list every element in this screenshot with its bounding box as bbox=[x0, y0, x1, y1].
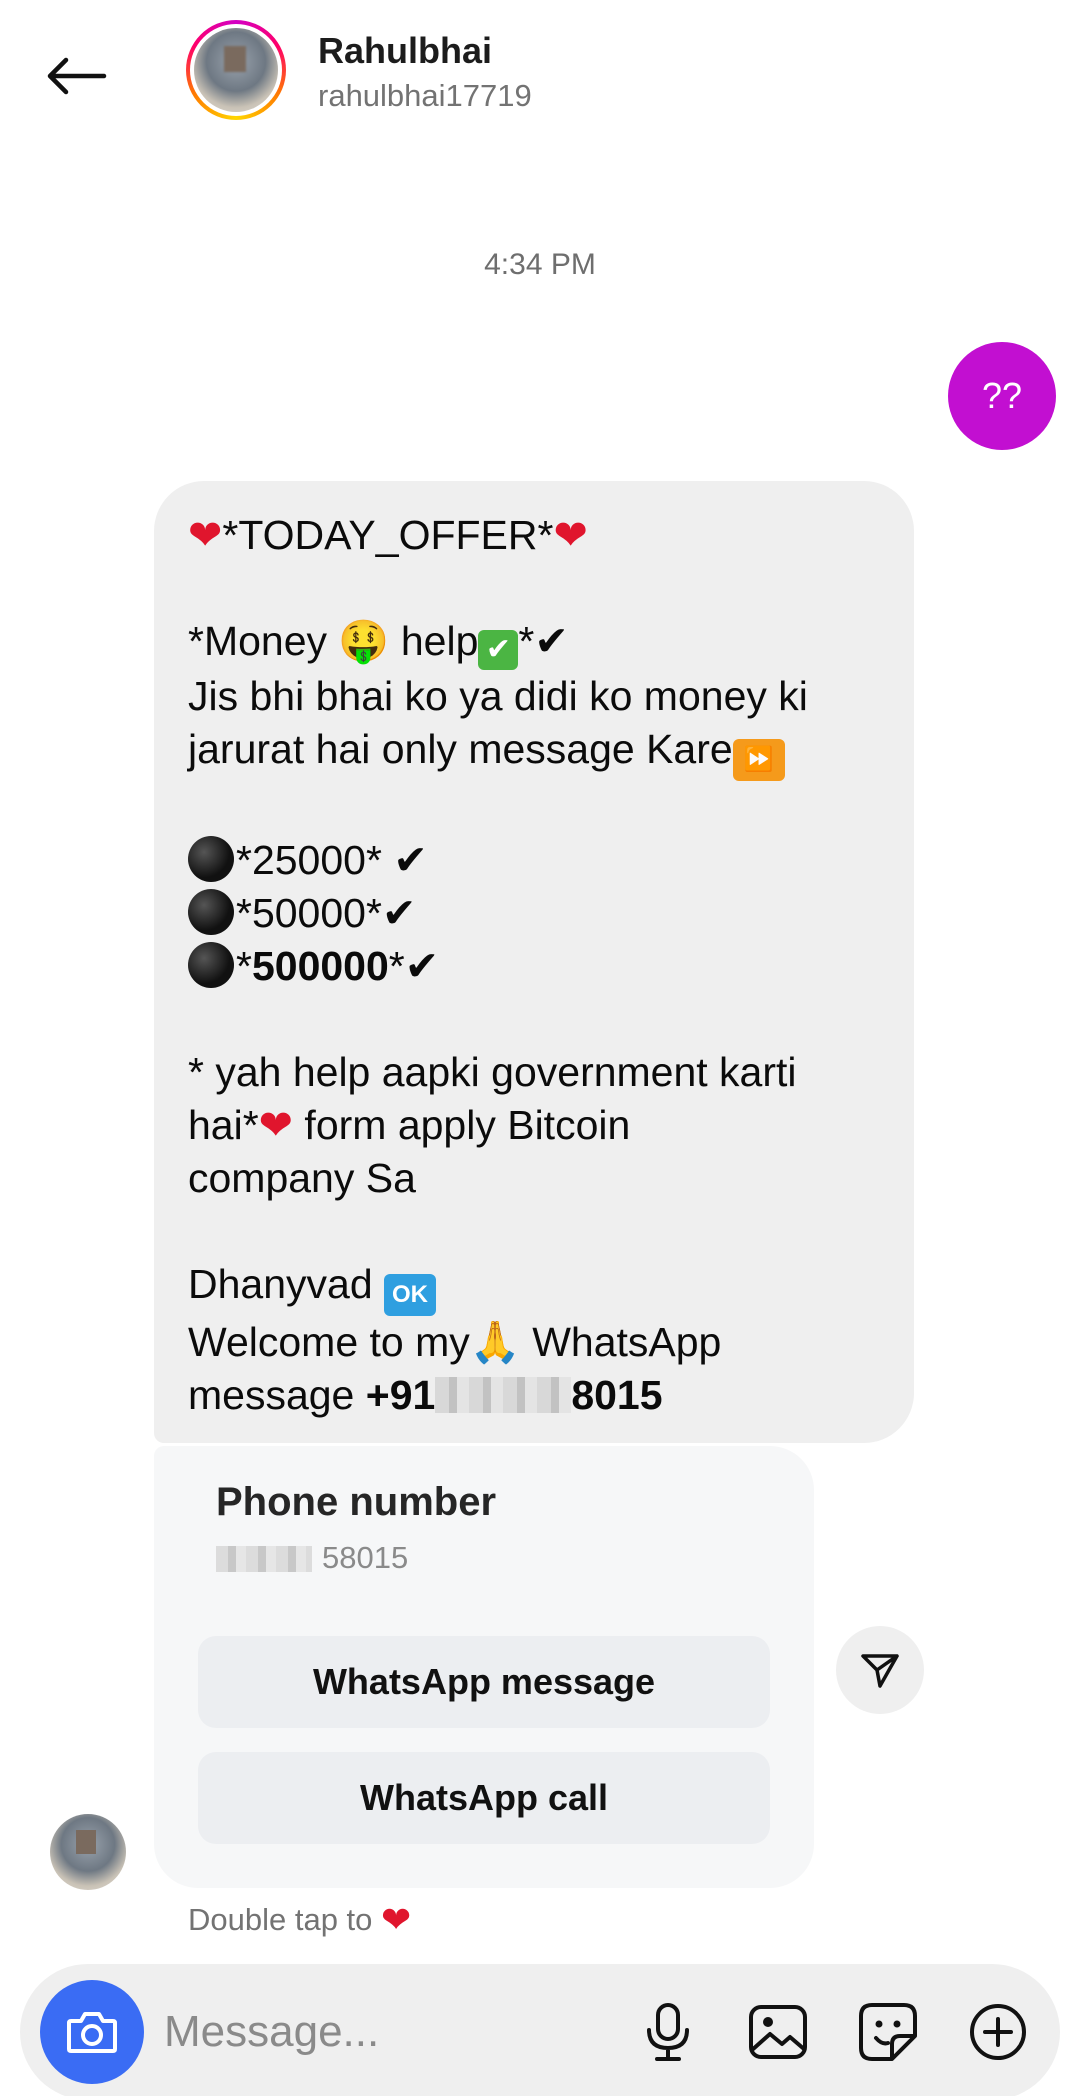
gov-line-3: company Sa bbox=[188, 1155, 416, 1201]
ok-icon: OK bbox=[384, 1274, 437, 1316]
back-arrow-icon bbox=[47, 57, 107, 95]
chat-screen: Rahulbhai rahulbhai17719 4:34 PM ?? ❤*TO… bbox=[0, 0, 1080, 2096]
whatsapp-call-button[interactable]: WhatsApp call bbox=[198, 1752, 770, 1844]
add-button[interactable] bbox=[956, 1990, 1040, 2074]
message-input[interactable] bbox=[164, 2002, 604, 2062]
black-circle-icon bbox=[188, 889, 234, 935]
phone-number-card: Phone number 58015 WhatsApp message What… bbox=[154, 1446, 814, 1888]
heart-icon: ❤ bbox=[258, 1101, 294, 1149]
heart-icon: ❤ bbox=[381, 1900, 412, 1941]
double-tap-hint: Double tap to ❤ bbox=[188, 1900, 412, 1941]
sender-avatar[interactable] bbox=[50, 1814, 126, 1890]
offer-line: ❤*TODAY_OFFER*❤ bbox=[188, 511, 588, 559]
send-icon bbox=[861, 1654, 899, 1688]
back-button[interactable] bbox=[40, 40, 112, 112]
microphone-icon bbox=[647, 2003, 689, 2061]
card-phone-number: 58015 bbox=[216, 1540, 408, 1576]
contact-name[interactable]: Rahulbhai bbox=[318, 30, 492, 72]
avatar-image bbox=[194, 28, 278, 112]
green-check-icon: ✔ bbox=[478, 630, 519, 670]
whatsapp-message-button[interactable]: WhatsApp message bbox=[198, 1636, 770, 1728]
heart-icon: ❤ bbox=[553, 511, 588, 559]
share-button[interactable] bbox=[836, 1626, 924, 1714]
message-composer bbox=[20, 1964, 1060, 2096]
chat-header: Rahulbhai rahulbhai17719 bbox=[0, 0, 1080, 150]
body-line-2: jarurat hai only message Kare ⏩ bbox=[188, 723, 882, 781]
body-line-1: Jis bhi bhai ko ya didi ko money ki bbox=[188, 673, 808, 719]
fast-forward-icon: ⏩ bbox=[732, 739, 785, 781]
sticker-button[interactable] bbox=[846, 1990, 930, 2074]
money-face-icon: 🤑 bbox=[338, 617, 390, 665]
profile-avatar[interactable] bbox=[186, 20, 286, 120]
thanks-line: Dhanyvad OK bbox=[188, 1258, 882, 1316]
plus-circle-icon bbox=[970, 2004, 1026, 2060]
sticker-icon bbox=[859, 2003, 917, 2061]
card-title: Phone number bbox=[216, 1480, 497, 1524]
microphone-button[interactable] bbox=[626, 1990, 710, 2074]
phone-line: message +91 8015 bbox=[188, 1372, 663, 1418]
check-mark-icon: ✔ bbox=[404, 942, 440, 990]
praying-hands-icon: 🙏 bbox=[469, 1318, 521, 1366]
black-circle-icon bbox=[188, 836, 234, 882]
contact-handle: rahulbhai17719 bbox=[318, 78, 532, 113]
redacted-digits bbox=[435, 1377, 572, 1413]
image-icon bbox=[749, 2005, 807, 2059]
outgoing-message[interactable]: ?? bbox=[948, 342, 1056, 450]
check-mark-icon: ✔ bbox=[534, 617, 569, 665]
amount-line-2: *50000*✔ bbox=[188, 887, 882, 940]
redacted-digits bbox=[216, 1546, 312, 1572]
check-mark-icon: ✔ bbox=[393, 836, 428, 884]
check-mark-icon: ✔ bbox=[381, 889, 417, 937]
gov-line-2: hai*❤ form apply Bitcoin bbox=[188, 1101, 631, 1149]
gallery-button[interactable] bbox=[736, 1990, 820, 2074]
camera-button[interactable] bbox=[40, 1980, 144, 2084]
heart-icon: ❤ bbox=[188, 511, 223, 559]
welcome-line: Welcome to my🙏 WhatsApp bbox=[188, 1318, 722, 1366]
message-timestamp: 4:34 PM bbox=[484, 248, 596, 281]
money-help-line: *Money 🤑 help ✔ *✔ bbox=[188, 615, 882, 670]
incoming-message[interactable]: ❤*TODAY_OFFER*❤ *Money 🤑 help ✔ *✔ Jis bhi… bbox=[154, 481, 914, 1443]
camera-icon bbox=[67, 2012, 117, 2053]
gov-line-1: * yah help aapki government karti bbox=[188, 1049, 797, 1095]
amount-line-1: *25000* ✔ bbox=[188, 834, 882, 887]
black-circle-icon bbox=[188, 942, 234, 988]
amount-line-3: *500000*✔ bbox=[188, 940, 882, 993]
